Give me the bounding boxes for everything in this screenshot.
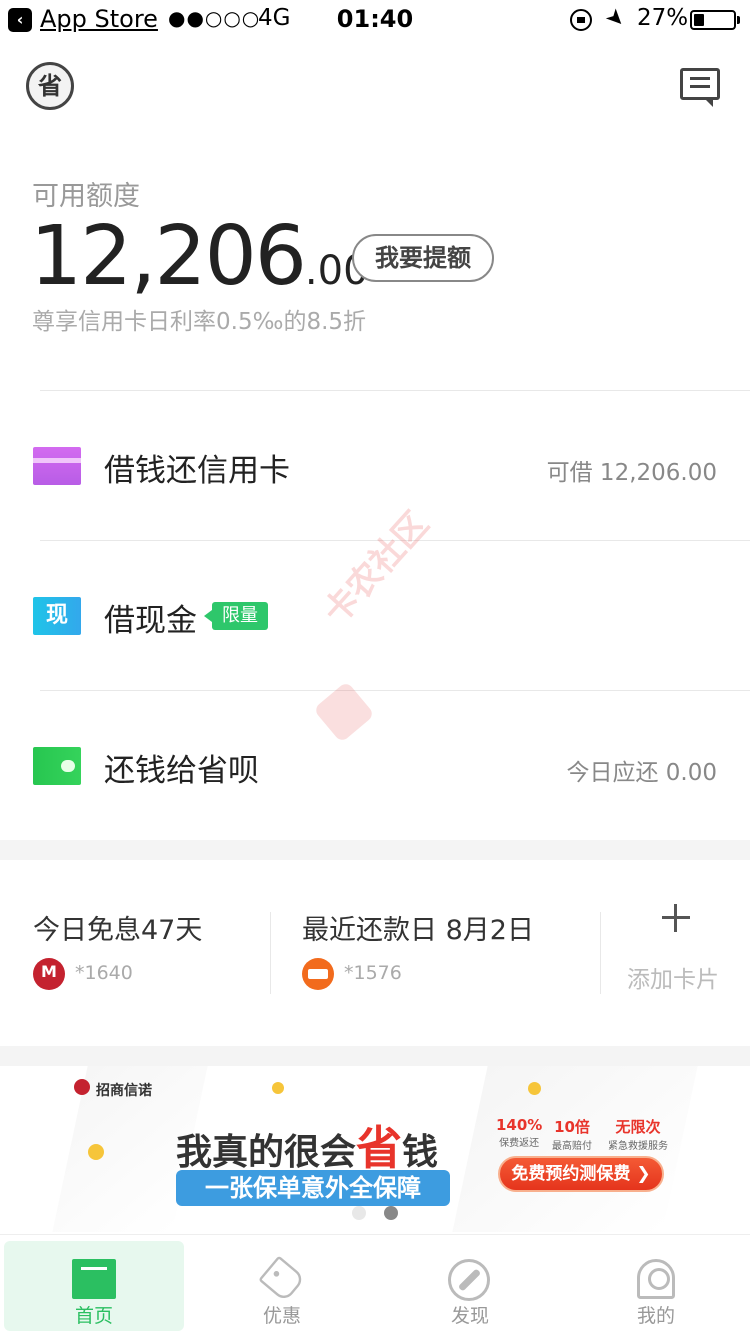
- credit-amount-integer: 12,206: [30, 209, 307, 304]
- headline-part: 我真的很会: [176, 1132, 357, 1173]
- coin-icon: [272, 1082, 284, 1094]
- vertical-divider: [600, 912, 601, 994]
- status-bar: ‹ App Store ●●○○○ 4G 01:40 ➤ 27%: [0, 0, 750, 40]
- menu-item-repay[interactable]: 还钱给省呗 今日应还 0.00: [0, 691, 750, 841]
- banner-stat: 无限次 紧急救援服务: [608, 1116, 668, 1152]
- wallet-icon: [33, 747, 81, 785]
- compass-icon: [448, 1259, 490, 1301]
- tab-bar: 首页 优惠 发现 我的: [0, 1234, 750, 1334]
- card-number-suffix: *1576: [344, 962, 402, 984]
- tag-icon: [258, 1255, 306, 1303]
- stat-value: 10倍: [554, 1118, 590, 1136]
- battery-icon: [690, 10, 736, 30]
- section-gap: [0, 1046, 750, 1066]
- insurer-name: 招商信诺: [96, 1083, 152, 1099]
- menu-item-due-today: 今日应还 0.00: [566, 760, 717, 786]
- add-card-plus-icon[interactable]: [662, 904, 690, 932]
- tab-discover[interactable]: 发现: [380, 1241, 560, 1331]
- app-logo-icon[interactable]: 省: [26, 62, 74, 110]
- cmb-bank-icon: [33, 958, 65, 990]
- raise-limit-button[interactable]: 我要提额: [352, 234, 494, 282]
- interest-rate-note: 尊享信用卡日利率0.5‰的8.5折: [32, 309, 367, 335]
- stat-label: 保费返还: [499, 1138, 540, 1149]
- profile-icon: [637, 1259, 675, 1299]
- battery-level: [694, 14, 704, 26]
- tab-label: 我的: [636, 1305, 675, 1327]
- banner-headline: 我真的很会省钱: [176, 1112, 438, 1178]
- limited-badge: 限量: [204, 602, 268, 630]
- stat-label: 最高赔付: [552, 1141, 592, 1152]
- stat-value: 140%: [496, 1116, 543, 1134]
- cash-icon: 现: [33, 597, 81, 635]
- available-credit-label: 可用额度: [32, 181, 140, 212]
- tab-label: 首页: [74, 1305, 113, 1327]
- battery-percent: 27%: [637, 5, 689, 31]
- menu-item-title: 借现金: [104, 603, 197, 639]
- battery-tip: [737, 16, 740, 24]
- card-number-suffix: *1640: [75, 962, 133, 984]
- promo-banner[interactable]: 招商信诺 我真的很会省钱 一张保单意外全保障 140% 保费返还 10倍 最高赔…: [0, 1066, 750, 1232]
- rotation-lock-icon: [570, 9, 592, 31]
- menu-item-repay-credit-card[interactable]: 借钱还信用卡 可借 12,206.00: [0, 391, 750, 541]
- tab-home[interactable]: 首页: [4, 1241, 184, 1331]
- banner-stat: 10倍 最高赔付: [552, 1116, 592, 1152]
- bound-cards-section: 今日免息47天 *1640 最近还款日 8月2日 *1576: [0, 860, 750, 1046]
- credit-card-icon: [33, 447, 81, 485]
- tab-profile[interactable]: 我的: [566, 1241, 746, 1331]
- tab-label: 优惠: [262, 1305, 301, 1327]
- coin-icon: [528, 1082, 541, 1095]
- bank-logo-icon: [302, 958, 334, 990]
- banner-stat: 140% 保费返还: [496, 1116, 542, 1149]
- next-payment-date: 最近还款日 8月2日: [302, 915, 534, 946]
- interest-free-days: 今日免息47天: [33, 915, 203, 946]
- insurer-logo-icon: [74, 1079, 90, 1095]
- coin-icon: [88, 1144, 104, 1160]
- available-credit-amount: 12,206.00: [30, 212, 369, 316]
- headline-highlight: 省: [356, 1121, 403, 1175]
- message-icon[interactable]: [680, 68, 720, 107]
- section-gap: [0, 840, 750, 860]
- stat-value: 无限次: [615, 1118, 661, 1136]
- add-card-button[interactable]: 添加卡片: [627, 960, 719, 994]
- headline-part: 钱: [402, 1132, 439, 1173]
- home-icon: [72, 1259, 116, 1299]
- card-summary-cmb[interactable]: 今日免息47天 *1640: [0, 860, 270, 1046]
- carousel-dot[interactable]: [352, 1206, 366, 1220]
- tab-label: 发现: [450, 1305, 489, 1327]
- stat-label: 紧急救援服务: [608, 1141, 668, 1152]
- menu-item-title: 还钱给省呗: [104, 753, 259, 789]
- banner-cta-button[interactable]: 免费预约测保费 ❯: [498, 1156, 664, 1192]
- carousel-dot-active[interactable]: [384, 1206, 398, 1220]
- tab-offers[interactable]: 优惠: [192, 1241, 372, 1331]
- banner-subline: 一张保单意外全保障: [176, 1170, 450, 1206]
- menu-item-title: 借钱还信用卡: [104, 453, 290, 489]
- menu-item-available-amount: 可借 12,206.00: [546, 460, 717, 486]
- card-summary-other[interactable]: 最近还款日 8月2日 *1576: [270, 860, 600, 1046]
